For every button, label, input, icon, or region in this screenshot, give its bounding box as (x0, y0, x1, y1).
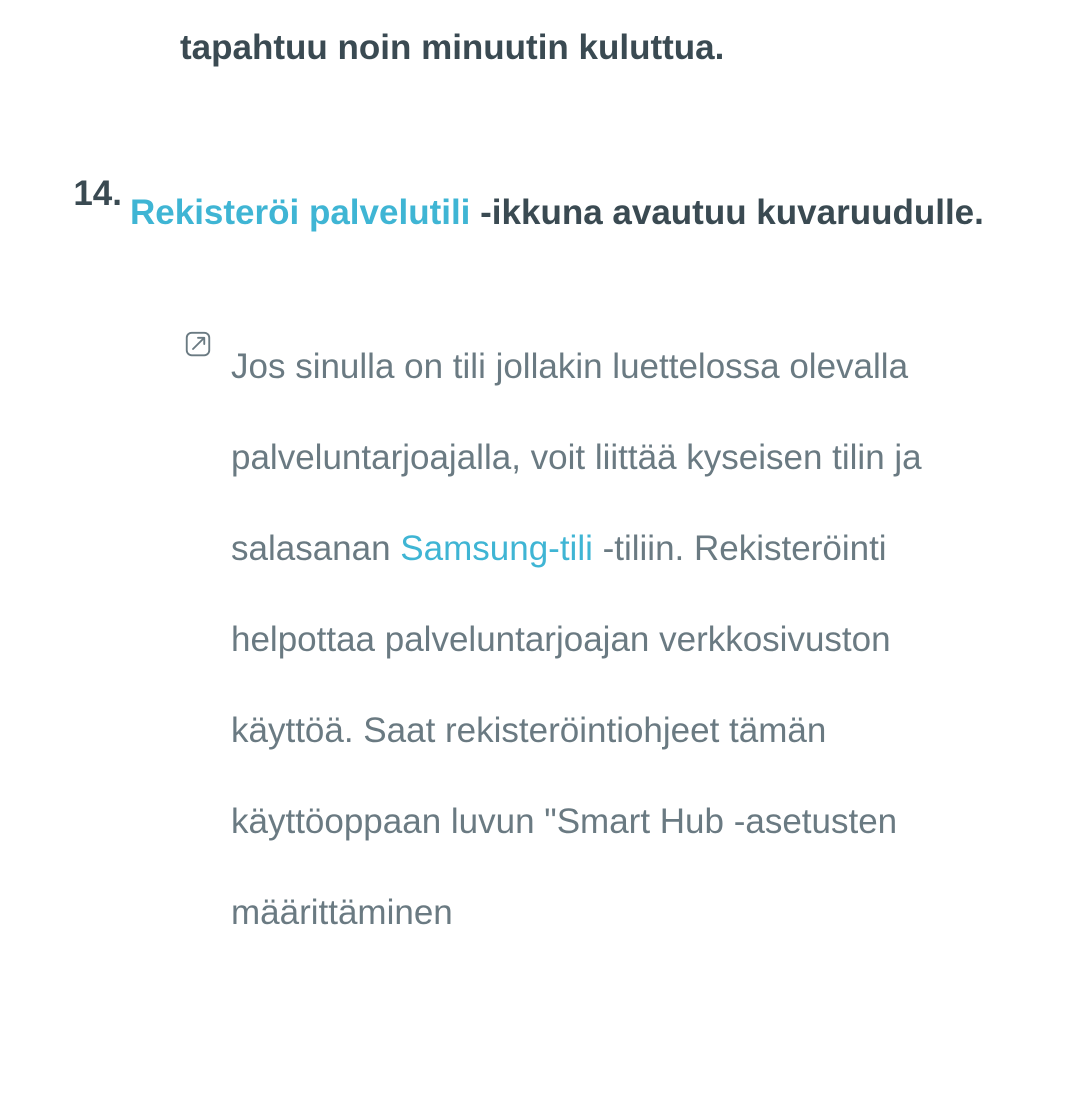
note-text-part2: -tiliin. Rekisteröinti helpottaa palvelu… (231, 529, 897, 932)
list-item-14: 14. Rekisteröi palvelutili -ikkuna avaut… (60, 166, 1020, 261)
note-block: Jos sinulla on tili jollakin luettelossa… (183, 321, 1020, 958)
item-content: Rekisteröi palvelutili -ikkuna avautuu k… (130, 166, 1020, 261)
item-highlight-text: Rekisteröi palvelutili (130, 193, 470, 232)
previous-paragraph-text: tapahtuu noin minuutin kuluttua. (180, 20, 1020, 76)
note-content: Jos sinulla on tili jollakin luettelossa… (231, 321, 1020, 958)
item-rest-text: -ikkuna avautuu kuvaruudulle. (470, 193, 983, 232)
note-icon (183, 321, 231, 958)
note-highlight-text: Samsung-tili (400, 529, 593, 568)
item-number: 14. (60, 166, 130, 261)
